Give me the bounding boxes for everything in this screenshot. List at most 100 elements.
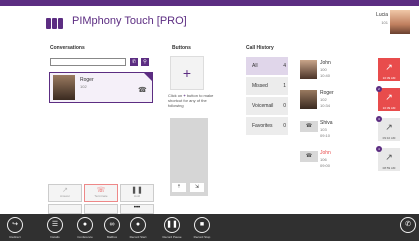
dial-button[interactable]: ✆ xyxy=(130,58,138,66)
record-start-label: Record Start xyxy=(129,235,147,239)
call-history-item[interactable]: ☎ Shiva 103 09:10 xyxy=(298,117,334,146)
more-button[interactable]: ••• xyxy=(120,204,154,214)
tab-voicemail-label: Voicemail xyxy=(252,103,274,109)
caller-name: Shiva xyxy=(320,120,333,126)
answer-label: Answer xyxy=(59,194,70,198)
call-back-button[interactable]: ↗ 10:39 AM xyxy=(378,88,400,111)
conference-icon: ● xyxy=(82,221,88,228)
caller-extension: 103 xyxy=(320,127,327,132)
user-name: Lucia xyxy=(376,12,388,18)
answer-button[interactable]: ↗ Answer xyxy=(48,184,82,202)
caller-avatar xyxy=(300,90,317,109)
voicemail-icon: ∞ xyxy=(109,221,115,228)
call-count-badge: 3 xyxy=(376,116,382,122)
call-back-time: 10:39 AM xyxy=(382,106,396,110)
tab-missed-label: Missed xyxy=(252,83,268,89)
transfer-button[interactable]: ⇲ xyxy=(190,183,204,192)
list-icon: ☰ xyxy=(51,221,59,228)
call-history-item[interactable]: John 100 10:40 xyxy=(298,57,334,86)
add-shortcut-button[interactable]: + xyxy=(170,56,204,90)
alcatel-logo-icon xyxy=(46,16,66,29)
tab-missed-count: 1 xyxy=(283,83,286,89)
phone-icon: ↗ xyxy=(385,122,393,132)
pause-icon: ❚❚ xyxy=(131,187,143,194)
details-label: Details xyxy=(50,235,60,239)
caller-avatar xyxy=(300,60,317,79)
conversations-title: Conversations xyxy=(50,45,85,51)
call-count-badge: 4 xyxy=(376,146,382,152)
record-pause-button[interactable]: ❚❚ xyxy=(164,217,180,233)
record-pause-label: Record Pause xyxy=(162,235,182,239)
phone-icon: ↗ xyxy=(62,187,68,194)
search-button[interactable]: ⚲ xyxy=(141,58,149,66)
hold-label: Hold xyxy=(133,194,141,198)
record-stop-button[interactable]: ■ xyxy=(194,217,210,233)
tab-favorites-count: 0 xyxy=(283,123,286,129)
call-back-time: 10:39 AM xyxy=(382,76,396,80)
call-back-time: 09:10 AM xyxy=(382,136,396,140)
desk-phone-icon: ☎ xyxy=(300,121,318,132)
record-start-button[interactable]: ● xyxy=(130,217,146,233)
call-back-button[interactable]: ↗ 09:10 AM xyxy=(378,118,400,141)
call-back-button[interactable]: ↗ 10:39 AM xyxy=(378,58,400,81)
quick-call-button[interactable]: ✆ xyxy=(400,217,416,233)
mailbox-button[interactable]: ∞ xyxy=(104,217,120,233)
terminate-button[interactable]: ☏ Terminate xyxy=(84,184,118,202)
phone-icon: ↗ xyxy=(385,92,393,102)
call-time: 09:00 xyxy=(320,163,331,168)
caller-name: John xyxy=(320,150,331,156)
tab-favorites-label: Favorites xyxy=(252,123,273,129)
caller-name: Roger xyxy=(320,90,334,96)
empty-action-slot xyxy=(84,204,118,214)
caller-extension: 100 xyxy=(320,67,327,72)
call-count-badge: 2 xyxy=(376,86,382,92)
transfer-icon: ⇲ xyxy=(194,184,200,190)
move-up-button[interactable]: ⇡ xyxy=(172,183,186,192)
phone-icon: ↗ xyxy=(385,62,393,72)
caller-name: John xyxy=(320,60,331,66)
tab-all-count: 4 xyxy=(283,63,286,69)
user-extension: 101 xyxy=(381,20,388,25)
call-history-title: Call History xyxy=(246,45,274,51)
caller-extension: 102 xyxy=(320,97,327,102)
phone-icon: ↗ xyxy=(385,152,393,162)
arrow-up-icon: ⇡ xyxy=(176,184,182,190)
tab-voicemail-count: 0 xyxy=(283,103,286,109)
desk-phone-icon: ☎ xyxy=(300,151,318,162)
terminate-label: Terminate xyxy=(94,194,108,198)
redirect-icon: ↪ xyxy=(12,221,18,228)
dial-icon: ✆ xyxy=(131,59,137,65)
call-time: 10:40 xyxy=(320,73,331,78)
redirect-label: Redirect xyxy=(9,235,21,239)
handset-icon: ☎ xyxy=(138,87,147,94)
tab-all-label: All xyxy=(252,63,258,69)
search-icon: ⚲ xyxy=(143,59,147,65)
record-icon: ● xyxy=(135,221,141,228)
call-history-item[interactable]: Roger 102 10:34 xyxy=(298,87,334,116)
call-time: 09:10 xyxy=(320,133,331,138)
pause-icon: ❚❚ xyxy=(166,221,178,228)
caller-extension: 106 xyxy=(320,157,327,162)
stop-icon: ■ xyxy=(199,221,205,228)
plus-icon: + xyxy=(182,65,192,81)
phone-icon: ✆ xyxy=(405,221,411,228)
buttons-title: Buttons xyxy=(172,45,191,51)
details-button[interactable]: ☰ xyxy=(47,217,63,233)
search-input[interactable] xyxy=(50,58,126,66)
conference-label: Conference xyxy=(77,235,93,239)
more-icon: ••• xyxy=(133,205,141,211)
call-back-button[interactable]: ↗ 08:59 AM xyxy=(378,148,400,171)
hangup-icon: ☏ xyxy=(96,187,106,194)
contact-extension: 102 xyxy=(80,84,87,89)
top-accent-bar xyxy=(0,0,419,6)
user-avatar[interactable] xyxy=(390,10,410,34)
app-title: PIMphony Touch [PRO] xyxy=(72,15,187,27)
redirect-button[interactable]: ↪ xyxy=(7,217,23,233)
record-stop-label: Record Stop xyxy=(193,235,211,239)
call-back-time: 08:59 AM xyxy=(382,166,396,170)
conference-button[interactable]: ● xyxy=(77,217,93,233)
contact-name: Roger xyxy=(80,77,94,83)
call-time: 10:34 xyxy=(320,103,331,108)
call-history-item[interactable]: ☎ John 106 09:00 xyxy=(298,147,334,176)
hold-button[interactable]: ❚❚ Hold xyxy=(120,184,154,202)
